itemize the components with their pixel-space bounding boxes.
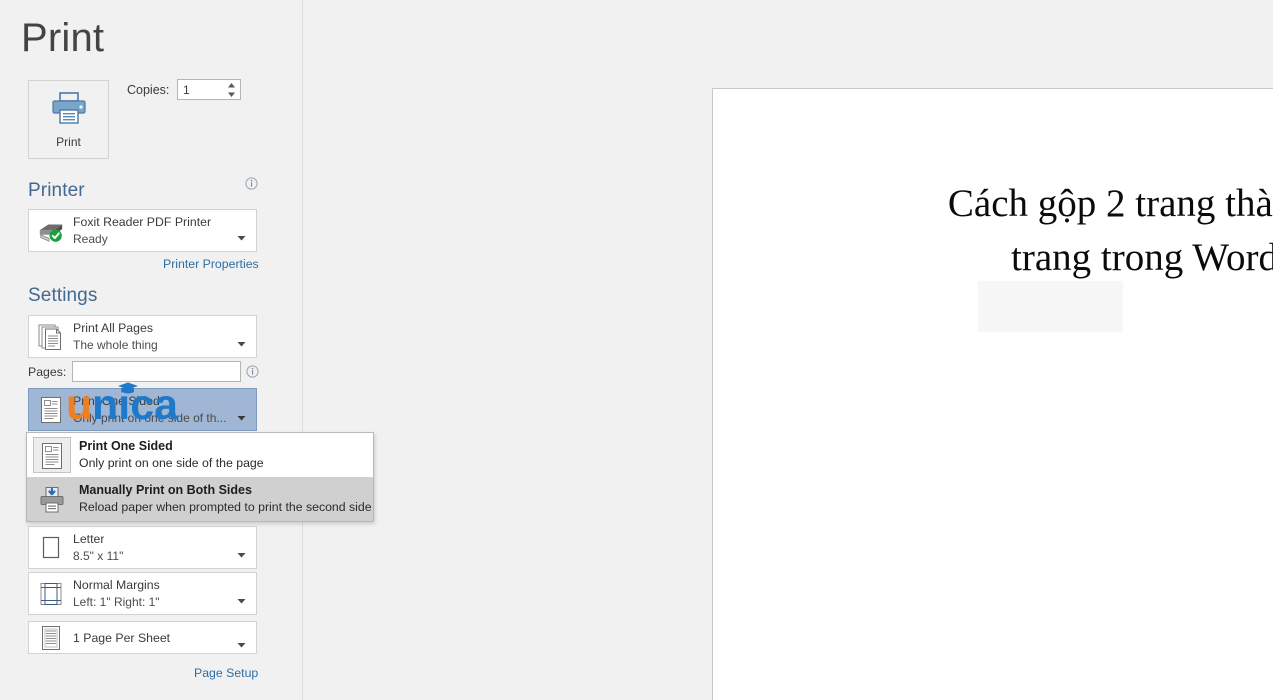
menu-item-subtitle: Only print on one side of the page: [79, 456, 264, 470]
printer-status: Ready: [73, 232, 108, 246]
chevron-down-icon[interactable]: [237, 545, 246, 557]
printer-select[interactable]: Foxit Reader PDF Printer Ready: [28, 209, 257, 252]
document-heading-line2: trang trong Word: [1011, 236, 1273, 279]
copies-stepper[interactable]: 1: [177, 79, 241, 100]
menu-item-title: Print One Sided: [79, 439, 173, 453]
margins-subtitle: Left: 1" Right: 1": [73, 595, 160, 609]
printer-icon: [49, 91, 89, 130]
document-heading: Cách gộp 2 trang thành 1 trang trong Wor…: [713, 177, 1273, 285]
pages-info-icon[interactable]: [246, 365, 259, 378]
document-image-placeholder: [978, 281, 1123, 332]
chevron-down-icon[interactable]: [237, 228, 246, 240]
print-sides-dropdown-menu: Print One Sided Only print on one side o…: [26, 432, 374, 522]
printer-ready-icon: [37, 216, 65, 246]
printer-properties-link[interactable]: Printer Properties: [163, 257, 259, 271]
menu-item-manually-print-on-both-sides[interactable]: Manually Print on Both Sides Reload pape…: [27, 477, 373, 521]
printer-name: Foxit Reader PDF Printer: [73, 215, 212, 229]
menu-item-title: Manually Print on Both Sides: [79, 483, 252, 497]
margins-title: Normal Margins: [73, 578, 160, 592]
menu-item-subtitle: Reload paper when prompted to print the …: [79, 500, 372, 514]
print-button-label: Print: [56, 134, 81, 149]
margins-icon: [37, 579, 65, 609]
spinner-down-icon[interactable]: [227, 91, 236, 98]
printer-info-icon[interactable]: [245, 177, 258, 190]
all-pages-icon: [37, 322, 65, 352]
chevron-down-icon[interactable]: [237, 635, 246, 647]
paper-size-select[interactable]: Letter 8.5" x 11": [28, 526, 257, 569]
page-title: Print: [21, 16, 105, 60]
print-preview-pane: Cách gộp 2 trang thành 1 trang trong Wor…: [303, 0, 1273, 700]
pages-per-sheet-icon: [37, 623, 65, 653]
copies-value: 1: [183, 83, 190, 97]
pages-per-sheet-select[interactable]: 1 Page Per Sheet: [28, 621, 257, 654]
pages-per-sheet-title: 1 Page Per Sheet: [73, 631, 171, 645]
print-range-select[interactable]: Print All Pages The whole thing: [28, 315, 257, 358]
chevron-down-icon[interactable]: [237, 334, 246, 346]
print-range-subtitle: The whole thing: [73, 338, 158, 352]
page-setup-link[interactable]: Page Setup: [194, 666, 258, 680]
paper-size-title: Letter: [73, 532, 105, 546]
paper-size-icon: [37, 533, 65, 563]
print-settings-pane: Print Print Copies: 1 Printer Foxit Read…: [0, 0, 374, 700]
spinner-up-icon[interactable]: [227, 82, 236, 89]
paper-size-subtitle: 8.5" x 11": [73, 549, 124, 563]
print-sides-select[interactable]: Print One Sided Only print on one side o…: [28, 388, 257, 431]
chevron-down-icon[interactable]: [237, 591, 246, 603]
one-sided-icon: [35, 440, 69, 471]
margins-select[interactable]: Normal Margins Left: 1" Right: 1": [28, 572, 257, 615]
one-sided-icon: [37, 395, 65, 425]
print-sides-subtitle: Only print on one side of th...: [73, 411, 227, 425]
manual-duplex-icon: [35, 484, 69, 515]
print-button[interactable]: Print: [28, 80, 109, 159]
menu-item-print-one-sided[interactable]: Print One Sided Only print on one side o…: [27, 433, 373, 477]
pages-label: Pages:: [28, 365, 67, 379]
document-page-preview[interactable]: Cách gộp 2 trang thành 1 trang trong Wor…: [712, 88, 1273, 700]
settings-heading: Settings: [28, 285, 98, 306]
print-sides-title: Print One Sided: [73, 394, 160, 408]
pages-input[interactable]: [72, 361, 241, 382]
print-range-title: Print All Pages: [73, 321, 153, 335]
copies-label: Copies:: [127, 83, 170, 97]
chevron-down-icon[interactable]: [237, 408, 246, 421]
document-heading-line1: Cách gộp 2 trang thành 1: [947, 182, 1273, 225]
printer-heading: Printer: [28, 180, 85, 201]
